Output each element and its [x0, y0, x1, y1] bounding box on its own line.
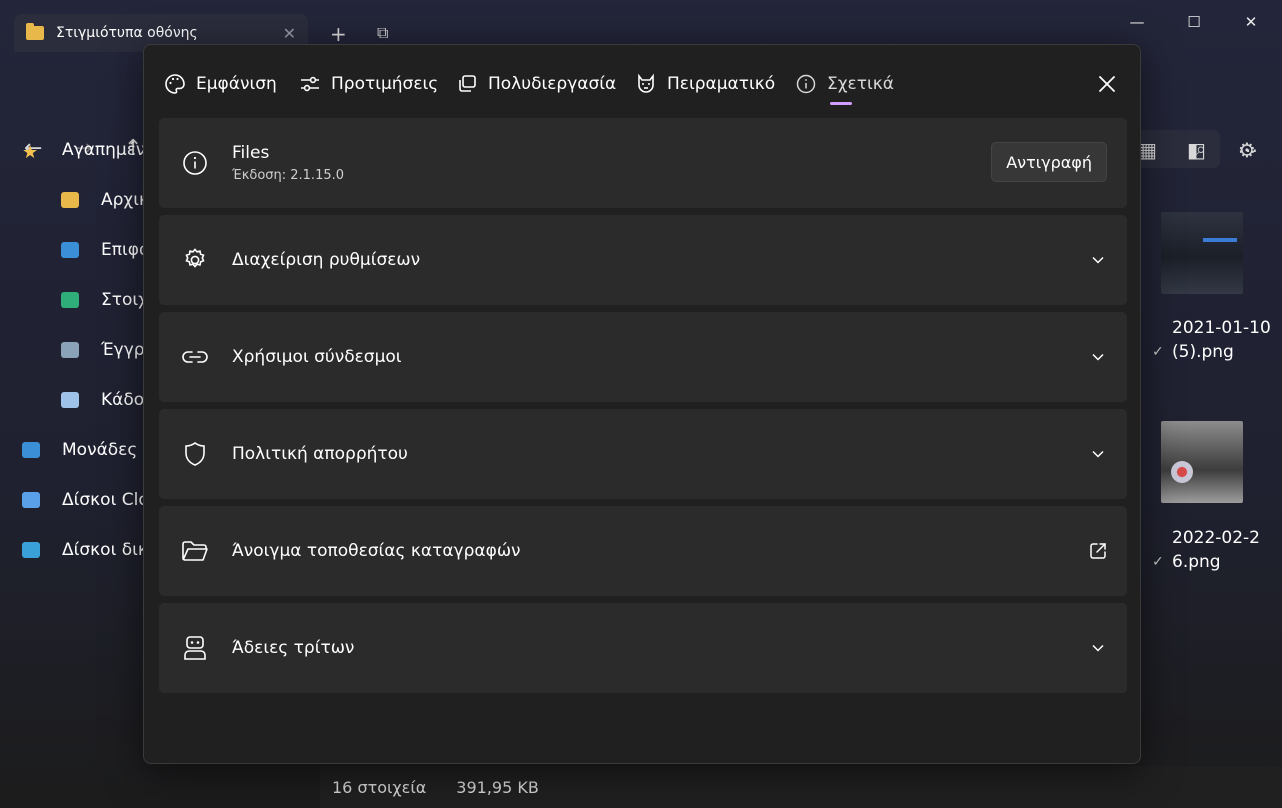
- minimize-button[interactable]: —: [1117, 8, 1157, 36]
- section-third-party-licenses[interactable]: Άδειες τρίτων: [159, 603, 1127, 693]
- tab-close-icon[interactable]: ✕: [283, 24, 296, 43]
- section-title: Άνοιγμα τοποθεσίας καταγραφών: [232, 541, 521, 561]
- file-name[interactable]: 2022-02-2 ✓ 6.png: [1152, 526, 1260, 574]
- about-card: Files Έκδοση: 2.1.15.0 Αντιγραφή: [159, 118, 1127, 208]
- tab-about[interactable]: Σχετικά: [795, 69, 894, 99]
- status-bar: 16 στοιχεία 391,95 KB: [320, 766, 1282, 808]
- app-version: Έκδοση: 2.1.15.0: [232, 168, 345, 183]
- palette-icon: [164, 73, 186, 95]
- recycle-bin-icon: [61, 392, 79, 408]
- link-icon: [181, 343, 209, 371]
- folder-open-icon: [181, 537, 209, 565]
- chevron-down-icon: [1091, 253, 1105, 267]
- cloud-drive-icon: [22, 492, 40, 508]
- preview-pane-icon[interactable]: ◧: [1187, 138, 1206, 162]
- file-thumbnail[interactable]: [1161, 421, 1243, 503]
- section-open-log-location[interactable]: Άνοιγμα τοποθεσίας καταγραφών: [159, 506, 1127, 596]
- open-external-icon: [1089, 542, 1107, 560]
- duplicate-tab-button[interactable]: ⧉: [377, 23, 388, 43]
- file-name[interactable]: 2021-01-10 ✓ (5).png: [1152, 316, 1271, 364]
- section-useful-links[interactable]: Χρήσιμοι σύνδεσμοι: [159, 312, 1127, 402]
- network-drive-icon: [22, 542, 40, 558]
- section-privacy-policy[interactable]: Πολιτική απορρήτου: [159, 409, 1127, 499]
- tab-multitasking[interactable]: Πολυδιεργασία: [456, 69, 616, 99]
- file-thumbnail[interactable]: [1161, 212, 1243, 294]
- selection-size: 391,95 KB: [456, 777, 539, 797]
- sliders-icon: [299, 73, 321, 95]
- close-window-button[interactable]: ✕: [1231, 8, 1271, 36]
- info-icon: [795, 73, 817, 95]
- copy-version-button[interactable]: Αντιγραφή: [991, 142, 1107, 182]
- tab-title: Στιγμιότυπα οθόνης: [56, 25, 198, 41]
- tab-preferences[interactable]: Προτιμήσεις: [299, 69, 438, 99]
- multitask-icon: [456, 73, 478, 95]
- close-dialog-button[interactable]: [1092, 69, 1122, 99]
- gear-icon: [181, 246, 209, 274]
- chevron-down-icon: [1091, 350, 1105, 364]
- info-icon: [181, 149, 209, 177]
- section-title: Άδειες τρίτων: [232, 638, 355, 658]
- settings-dialog: Εμφάνιση Προτιμήσεις Πολυδιεργασία Πειρα…: [143, 44, 1141, 764]
- home-icon: [61, 192, 79, 208]
- documents-folder-icon: [61, 342, 79, 358]
- active-tab-indicator: [830, 102, 852, 105]
- tab-appearance[interactable]: Εμφάνιση: [164, 69, 277, 99]
- section-title: Πολιτική απορρήτου: [232, 444, 408, 464]
- chevron-down-icon: [1091, 641, 1105, 655]
- folder-icon: [26, 23, 44, 40]
- section-manage-settings[interactable]: Διαχείριση ρυθμίσεων: [159, 215, 1127, 305]
- shield-icon: [181, 440, 209, 468]
- star-icon: ★: [22, 142, 39, 163]
- item-count: 16 στοιχεία: [332, 777, 427, 797]
- section-title: Διαχείριση ρυθμίσεων: [232, 250, 421, 270]
- synced-check-icon: ✓: [1152, 344, 1164, 360]
- maximize-button[interactable]: ☐: [1174, 8, 1214, 36]
- section-title: Χρήσιμοι σύνδεσμοι: [232, 347, 402, 367]
- synced-check-icon: ✓: [1152, 554, 1164, 570]
- robot-icon: [181, 634, 209, 662]
- tab-experimental[interactable]: Πειραματικό: [635, 69, 775, 99]
- downloads-folder-icon: [61, 292, 79, 308]
- desktop-folder-icon: [61, 242, 79, 258]
- close-icon: [1098, 75, 1116, 93]
- chevron-down-icon: [1091, 447, 1105, 461]
- experimental-icon: [635, 73, 657, 95]
- drives-icon: [22, 442, 40, 458]
- sidebar-item-favorites[interactable]: ★ Αγαπημένα: [22, 140, 157, 163]
- app-name: Files: [232, 143, 270, 163]
- new-tab-button[interactable]: +: [330, 22, 347, 46]
- settings-tab-bar: Εμφάνιση Προτιμήσεις Πολυδιεργασία Πειρα…: [144, 45, 1142, 119]
- more-options-icon[interactable]: ⋯: [1238, 138, 1258, 162]
